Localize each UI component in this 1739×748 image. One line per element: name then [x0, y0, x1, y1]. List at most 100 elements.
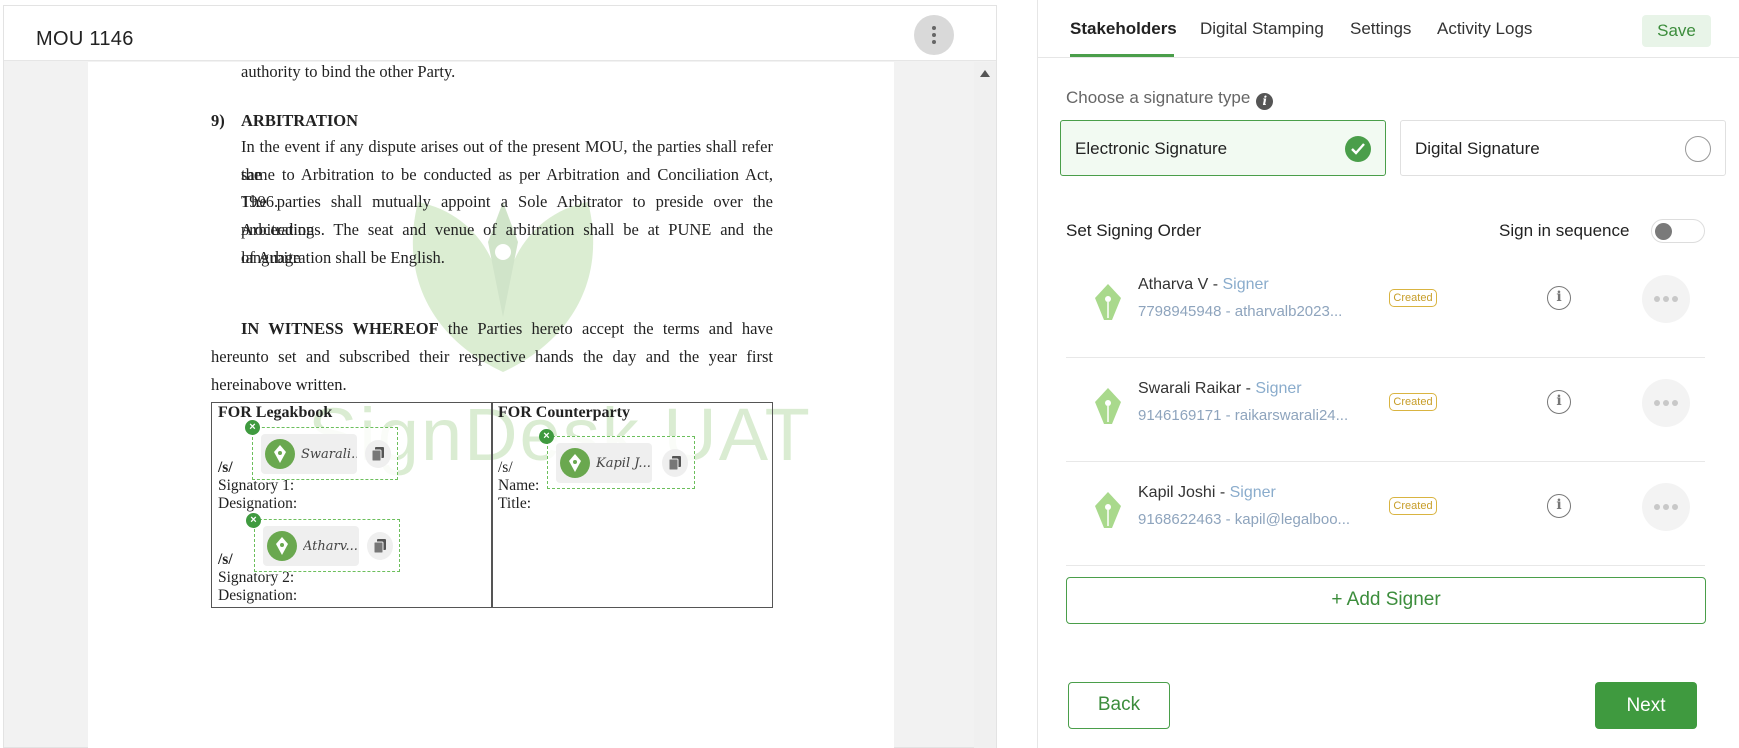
dot: [1672, 504, 1678, 510]
sig-marker: /s/: [218, 459, 233, 476]
dot: [1654, 296, 1660, 302]
remove-signature-icon[interactable]: ×: [246, 513, 261, 528]
tab-stakeholders[interactable]: Stakeholders: [1070, 19, 1177, 39]
pen-leaf-icon: [560, 448, 590, 478]
document-header: MOU 1146: [4, 6, 996, 61]
authority-line: authority to bind the other Party.: [241, 62, 456, 81]
pen-nib-icon: [1095, 284, 1121, 320]
signer-role: Signer: [1255, 380, 1302, 397]
dot: [1663, 504, 1669, 510]
name-label: Name:: [498, 477, 540, 494]
option-label: Digital Signature: [1415, 139, 1540, 158]
signer-separator: -: [1215, 484, 1230, 501]
dot: [1672, 296, 1678, 302]
add-signer-button[interactable]: + Add Signer: [1066, 577, 1706, 624]
pen-leaf-icon: [267, 531, 297, 561]
clause-number: 9): [211, 111, 225, 130]
document-page[interactable]: SignDesk UAT authority to bind the other…: [88, 62, 894, 748]
dot: [1663, 400, 1669, 406]
more-options-icon[interactable]: [1642, 483, 1690, 531]
signer-role: Signer: [1222, 276, 1269, 293]
signature-type-text: Choose a signature type: [1066, 88, 1251, 107]
dot: [932, 40, 936, 44]
signer-separator: -: [1208, 276, 1223, 293]
signer-row[interactable]: Swarali Raikar - Signer 9146169171 - rai…: [1066, 358, 1705, 462]
signer-name: Atharva V - Signer: [1138, 276, 1269, 294]
signer-row[interactable]: Kapil Joshi - Signer 9168622463 - kapil@…: [1066, 462, 1705, 566]
info-icon[interactable]: i: [1547, 494, 1571, 518]
tab-activity-logs[interactable]: Activity Logs: [1437, 19, 1532, 39]
title-label: Title:: [498, 495, 532, 512]
signature-name: Atharv...: [303, 538, 358, 554]
radio-icon: [1685, 136, 1711, 162]
signature-type-label: Choose a signature type i: [1066, 88, 1274, 110]
pen-nib-icon: [1095, 492, 1121, 528]
sig-marker: /s/: [218, 551, 233, 568]
clause-line: of Arbitration shall be English.: [241, 247, 445, 267]
right-party-header: FOR Counterparty: [498, 404, 630, 421]
dot: [1654, 504, 1660, 510]
designation-1-label: Designation:: [218, 495, 298, 512]
electronic-signature-option[interactable]: Electronic Signature: [1060, 120, 1386, 176]
signer-row[interactable]: Atharva V - Signer 7798945948 - atharval…: [1066, 254, 1705, 358]
document-scrollbar[interactable]: [974, 62, 996, 748]
copy-icon[interactable]: [662, 449, 688, 477]
signature-chip: Swarali...: [261, 434, 357, 474]
placed-signature-swarali[interactable]: Swarali...: [252, 427, 398, 480]
status-badge: Created: [1389, 497, 1437, 515]
table-divider: [491, 403, 493, 607]
info-icon[interactable]: i: [1256, 93, 1274, 110]
signer-separator: -: [1241, 380, 1256, 397]
save-button[interactable]: Save: [1642, 15, 1711, 47]
remove-signature-icon[interactable]: ×: [245, 420, 260, 435]
scroll-up-arrow-icon[interactable]: [980, 70, 990, 77]
signing-order-label: Set Signing Order: [1066, 221, 1202, 240]
copy-icon[interactable]: [365, 440, 391, 468]
signature-chip: Atharv...: [263, 526, 359, 566]
copy-icon[interactable]: [367, 532, 393, 560]
stakeholder-panel: Stakeholders Digital Stamping Settings A…: [1037, 0, 1739, 748]
sign-in-sequence-toggle[interactable]: [1651, 219, 1705, 243]
tab-settings[interactable]: Settings: [1350, 19, 1411, 39]
left-party-header: FOR Legakbook: [218, 404, 333, 421]
designation-2-label: Designation:: [218, 587, 298, 604]
placed-signature-atharva[interactable]: Atharv...: [254, 519, 400, 572]
document-menu-button[interactable]: [914, 15, 954, 55]
option-label: Electronic Signature: [1075, 139, 1228, 158]
check-icon: [1345, 136, 1371, 162]
sig-marker: /s/: [498, 459, 513, 476]
digital-signature-option[interactable]: Digital Signature: [1400, 120, 1726, 176]
more-options-icon[interactable]: [1642, 275, 1690, 323]
signer-name-text: Kapil Joshi: [1138, 484, 1216, 501]
toggle-knob: [1655, 223, 1672, 240]
more-options-icon[interactable]: [1642, 379, 1690, 427]
pen-nib-icon: [1095, 388, 1121, 424]
placed-signature-kapil[interactable]: Kapil J...: [547, 436, 695, 489]
signer-role: Signer: [1229, 484, 1276, 501]
remove-signature-icon[interactable]: ×: [539, 429, 554, 444]
signer-name-text: Atharva V: [1138, 276, 1209, 293]
signature-name: Swarali...: [301, 446, 357, 462]
info-icon[interactable]: i: [1547, 286, 1571, 310]
tab-bar: Stakeholders Digital Stamping Settings A…: [1038, 0, 1739, 58]
next-button[interactable]: Next: [1595, 682, 1697, 729]
signer-name-text: Swarali Raikar: [1138, 380, 1242, 397]
dot: [932, 26, 936, 30]
status-badge: Created: [1389, 289, 1437, 307]
signer-contact: 9146169171 - raikarswarali24...: [1138, 407, 1349, 424]
active-tab-indicator: [1070, 54, 1174, 57]
status-badge: Created: [1389, 393, 1437, 411]
witness-paragraph: IN WITNESS WHEREOF the Parties hereto ac…: [211, 315, 773, 399]
signer-name: Kapil Joshi - Signer: [1138, 484, 1276, 502]
signer-name: Swarali Raikar - Signer: [1138, 380, 1302, 398]
pen-leaf-icon: [265, 439, 295, 469]
info-icon[interactable]: i: [1547, 390, 1571, 414]
tab-digital-stamping[interactable]: Digital Stamping: [1200, 19, 1324, 39]
document-title: MOU 1146: [36, 28, 134, 50]
dot: [932, 33, 936, 37]
app-root: MOU 1146 SignDesk UAT authority to bind …: [0, 0, 1739, 748]
back-button[interactable]: Back: [1068, 682, 1170, 729]
signature-name: Kapil J...: [596, 455, 651, 471]
dot: [1672, 400, 1678, 406]
dot: [1654, 400, 1660, 406]
